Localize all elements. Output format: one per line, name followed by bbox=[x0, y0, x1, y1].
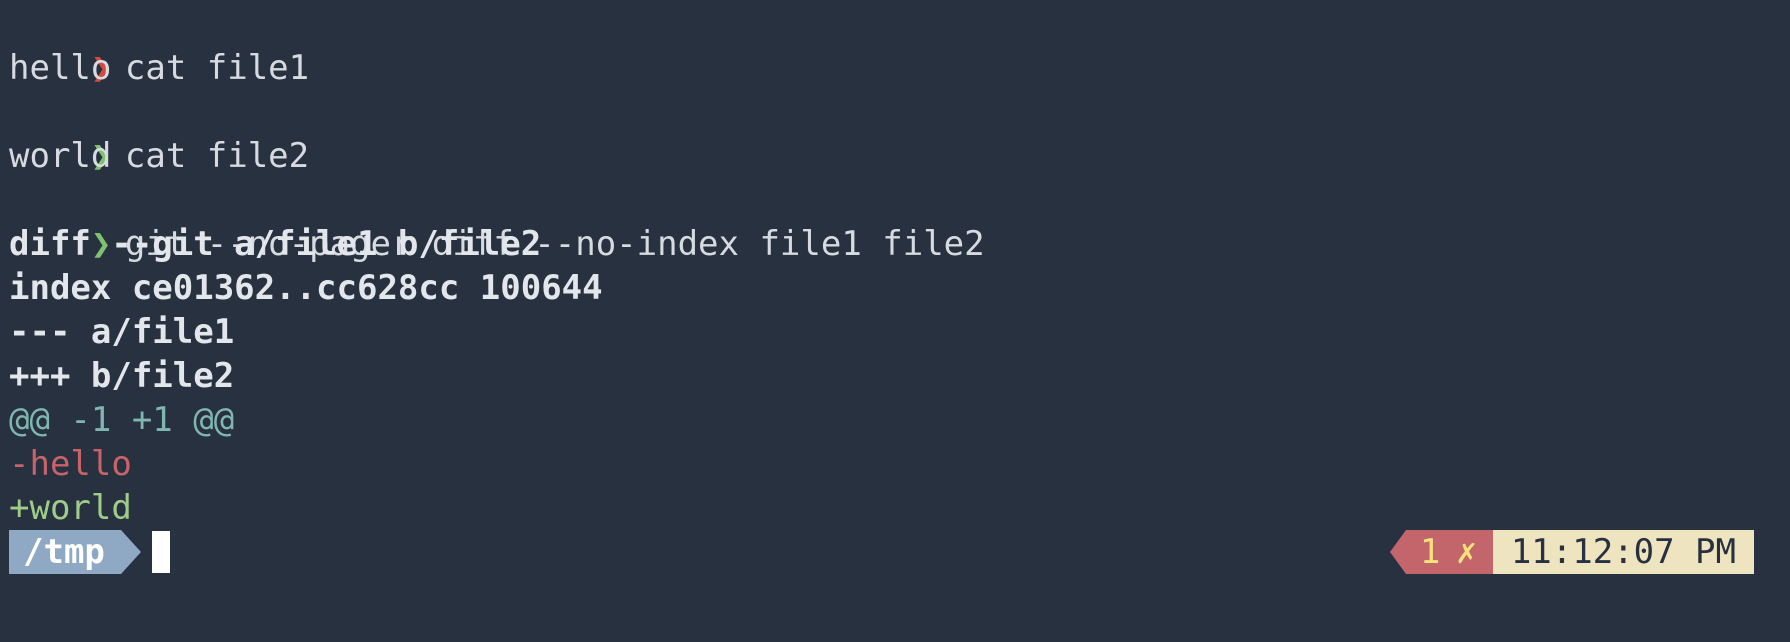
diff-added-line: +world bbox=[9, 488, 132, 528]
right-status-bar: 1 ✗ 11:12:07 PM bbox=[1389, 530, 1754, 574]
prompt-line: ❯ git --no-pager diff --no-index file1 fi… bbox=[9, 178, 985, 264]
exit-code: 1 bbox=[1419, 532, 1441, 572]
segment-arrow-icon bbox=[1389, 530, 1406, 574]
clock-time: 11:12:07 PM bbox=[1492, 530, 1754, 574]
diff-old-file-line: --- a/file1 bbox=[9, 312, 235, 352]
command-text: cat file1 bbox=[124, 48, 310, 88]
prompt-line: ❯ cat file2 bbox=[9, 90, 309, 176]
diff-index-line: index ce01362..cc628cc 100644 bbox=[9, 268, 603, 308]
command-text: cat file2 bbox=[124, 136, 310, 176]
current-directory: /tmp bbox=[9, 530, 121, 574]
text-cursor[interactable] bbox=[152, 531, 170, 573]
diff-header-line: diff --git a/file1 b/file2 bbox=[9, 224, 542, 264]
output-line: world bbox=[9, 136, 112, 176]
diff-hunk-line: @@ -1 +1 @@ bbox=[9, 400, 235, 440]
prompt-directory-segment: /tmp bbox=[9, 530, 141, 574]
exit-status-segment: 1 ✗ bbox=[1405, 530, 1493, 574]
prompt-line: ❯ cat file1 bbox=[9, 2, 309, 88]
terminal-window[interactable]: ❯ cat file1 hello ❯ cat file2 world ❯ git -… bbox=[0, 0, 1790, 642]
diff-new-file-line: +++ b/file2 bbox=[9, 356, 235, 396]
output-line: hello bbox=[9, 48, 112, 88]
diff-deleted-line: -hello bbox=[9, 444, 132, 484]
segment-arrow-icon bbox=[120, 530, 141, 574]
error-x-icon: ✗ bbox=[1456, 532, 1477, 572]
